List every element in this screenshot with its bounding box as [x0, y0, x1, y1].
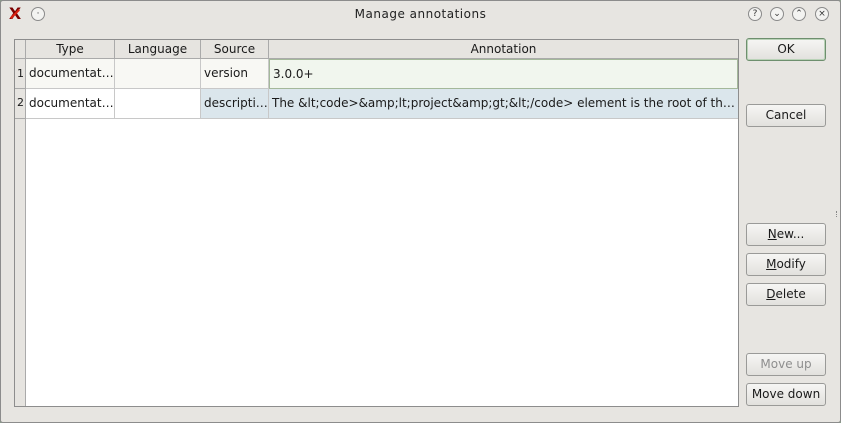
- maximize-icon[interactable]: ⌃: [792, 7, 806, 21]
- ok-button[interactable]: OK: [746, 38, 826, 61]
- cell-source[interactable]: version: [201, 59, 269, 89]
- move-up-button[interactable]: Move up: [746, 353, 826, 376]
- cell-language[interactable]: [115, 89, 201, 119]
- new-label: ew...: [776, 227, 805, 241]
- new-mnemonic: N: [767, 227, 777, 241]
- cell-annotation[interactable]: The &lt;code>&amp;lt;project&amp;gt;&lt;…: [269, 89, 738, 119]
- delete-mnemonic: D: [766, 287, 776, 301]
- close-icon[interactable]: ×: [815, 7, 829, 21]
- delete-label: elete: [775, 287, 806, 301]
- cell-type[interactable]: documentation: [26, 59, 115, 89]
- column-header-type[interactable]: Type: [26, 40, 115, 59]
- column-header-source[interactable]: Source: [201, 40, 269, 59]
- cell-language[interactable]: [115, 59, 201, 89]
- help-icon[interactable]: ?: [748, 7, 762, 21]
- delete-button[interactable]: Delete: [746, 283, 826, 306]
- resize-grip[interactable]: [836, 211, 839, 217]
- new-button[interactable]: New...: [746, 223, 826, 246]
- title-bar: X · Manage annotations ? ⌄ ⌃ ×: [1, 1, 840, 29]
- modify-button[interactable]: Modify: [746, 253, 826, 276]
- annotations-table[interactable]: Type Language Source Annotation 1 2 docu…: [14, 39, 739, 407]
- cancel-button[interactable]: Cancel: [746, 104, 826, 127]
- column-header-annotation[interactable]: Annotation: [269, 40, 738, 59]
- move-down-button[interactable]: Move down: [746, 383, 826, 406]
- cell-type[interactable]: documentation: [26, 89, 115, 119]
- window-title: Manage annotations: [354, 7, 487, 21]
- modify-label: odify: [776, 257, 806, 271]
- cell-source[interactable]: description: [201, 89, 269, 119]
- cell-annotation-editor[interactable]: 3.0.0+: [269, 59, 738, 89]
- modify-mnemonic: M: [766, 257, 777, 271]
- table-corner: [15, 40, 26, 59]
- minimize-icon[interactable]: ⌄: [770, 7, 784, 21]
- manage-annotations-dialog: X · Manage annotations ? ⌄ ⌃ × Type Lang…: [0, 0, 841, 423]
- row-header-1[interactable]: 1: [15, 59, 26, 89]
- row-header-2[interactable]: 2: [15, 89, 26, 119]
- column-header-language[interactable]: Language: [115, 40, 201, 59]
